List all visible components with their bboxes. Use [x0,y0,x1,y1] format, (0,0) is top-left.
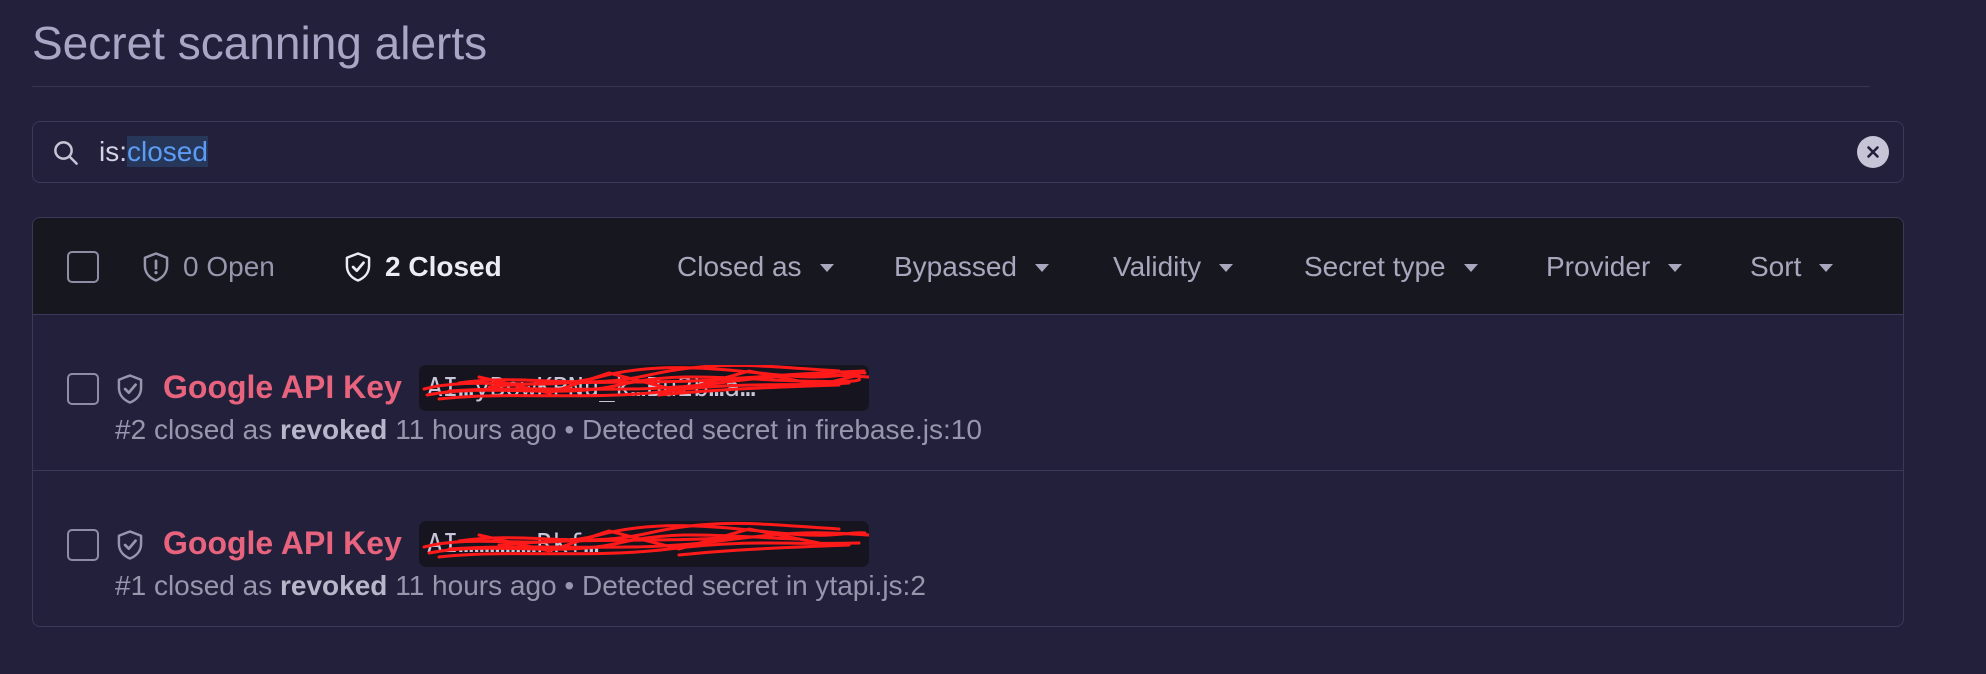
filter-validity[interactable]: Validity [1113,251,1234,283]
alert-meta: #2 closed as revoked 11 hours ago • Dete… [115,414,982,446]
redaction-scribble [422,365,869,401]
detected-location: Detected secret in firebase.js:10 [581,414,982,445]
closed-time: 11 hours ago [395,570,557,601]
closed-alerts-tab[interactable]: 2 Closed [343,251,502,283]
filter-label: Validity [1113,251,1202,282]
meta-separator: • [564,414,575,445]
alert-checkbox[interactable] [67,373,99,405]
filter-closed-as[interactable]: Closed as [677,251,834,283]
sort-dropdown[interactable]: Sort [1750,251,1834,283]
open-alerts-tab[interactable]: 0 Open [141,251,275,283]
closed-as-text: closed as [153,570,273,601]
redaction-scribble [422,521,869,559]
alert-title-link[interactable]: Google API Key [163,525,402,562]
alert-meta: #1 closed as revoked 11 hours ago • Dete… [115,570,926,602]
secret-value-chip: AI…yBowKPNu_k…Bu2b…a… [419,365,869,411]
closed-reason: revoked [280,414,388,445]
closed-as-text: closed as [153,414,273,445]
alerts-list-header: 0 Open 2 Closed Closed as Bypassed Valid… [33,218,1903,315]
search-query[interactable]: is:closed [99,136,208,168]
filter-label: Provider [1546,251,1651,282]
alert-number: #1 [115,570,147,601]
meta-separator: • [564,570,575,601]
chevron-down-icon [1034,264,1049,272]
list-item[interactable]: Google API Key AI……………Rkf… #1 closed as … [33,471,1903,626]
filter-secret-type[interactable]: Secret type [1304,251,1478,283]
shield-check-icon [117,374,143,404]
shield-alert-icon [143,252,169,282]
open-count-label: 0 Open [183,251,275,282]
closed-time: 11 hours ago [395,414,557,445]
chevron-down-icon [1819,264,1834,272]
shield-check-icon [345,252,371,282]
chevron-down-icon [1668,264,1683,272]
filter-provider[interactable]: Provider [1546,251,1683,283]
shield-check-icon [117,530,143,560]
search-query-value: closed [127,136,208,167]
select-all-checkbox[interactable] [67,251,99,283]
search-icon [54,141,78,165]
alerts-panel: 0 Open 2 Closed Closed as Bypassed Valid… [32,217,1904,627]
closed-count-label: 2 Closed [385,251,502,282]
detected-location: Detected secret in ytapi.js:2 [581,570,926,601]
search-query-prefix: is: [99,136,127,167]
search-input[interactable]: is:closed [32,121,1904,183]
page-title: Secret scanning alerts [32,17,488,69]
secret-value-chip: AI……………Rkf… [419,521,869,567]
x-circle-fill-icon[interactable] [1857,136,1889,168]
filter-label: Sort [1750,251,1802,282]
alert-checkbox[interactable] [67,529,99,561]
list-item[interactable]: Google API Key AI…yBowKPNu_k…Bu2b…a… #2 … [33,315,1903,471]
alert-title-link[interactable]: Google API Key [163,369,402,406]
filter-label: Secret type [1304,251,1446,282]
filter-bypassed[interactable]: Bypassed [894,251,1049,283]
closed-reason: revoked [280,570,388,601]
chevron-down-icon [819,264,834,272]
chevron-down-icon [1463,264,1478,272]
title-divider [32,86,1870,87]
filter-label: Bypassed [894,251,1017,282]
x-glyph-icon [1867,146,1879,158]
chevron-down-icon [1219,264,1234,272]
filter-label: Closed as [677,251,802,282]
alert-number: #2 [115,414,147,445]
